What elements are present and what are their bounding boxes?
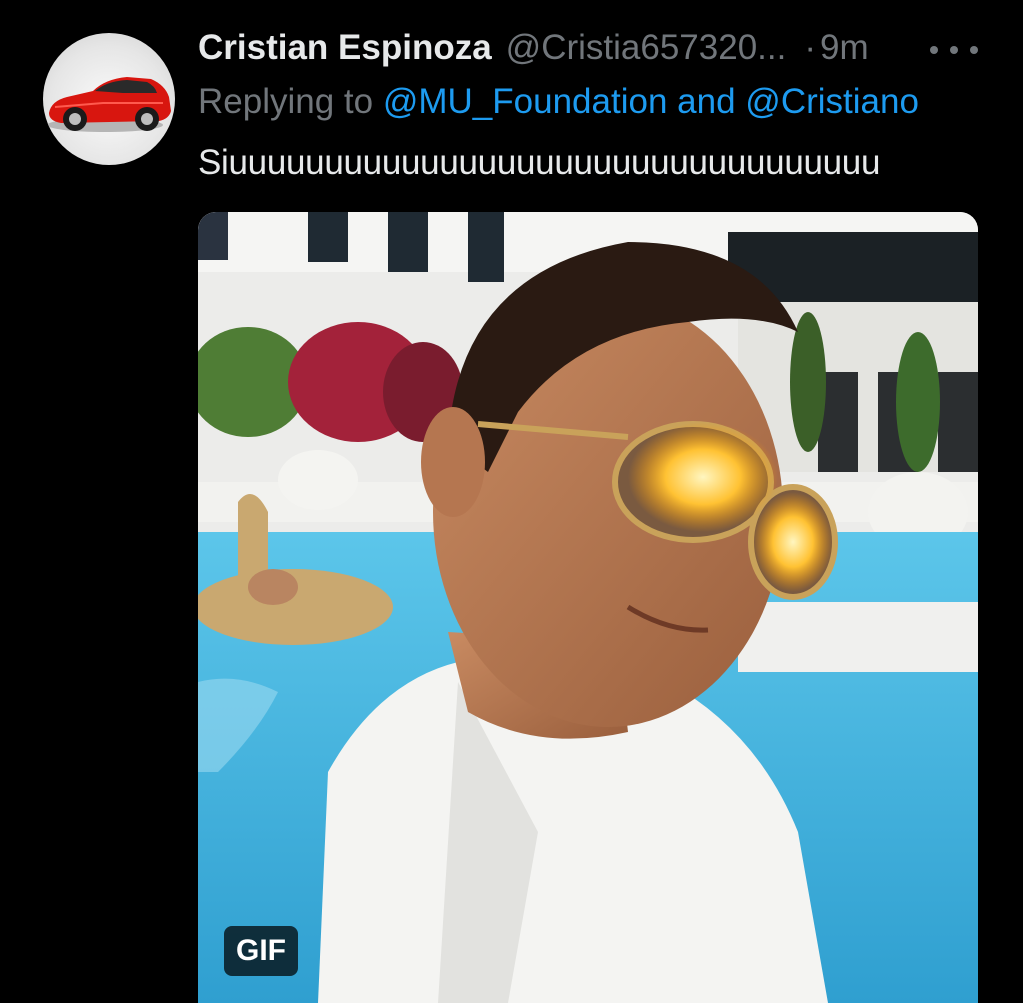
replying-to-line: Replying to @MU_Foundation and @Cristian… bbox=[198, 82, 919, 122]
red-car-avatar-image bbox=[47, 77, 171, 132]
avatar[interactable] bbox=[43, 33, 175, 165]
mention-cristiano[interactable]: @Cristiano bbox=[745, 82, 919, 121]
separator-dot: · bbox=[804, 28, 816, 67]
tweet-text: Siuuuuuuuuuuuuuuuuuuuuuuuuuuuuuuuuuu bbox=[198, 143, 881, 182]
more-options-icon[interactable] bbox=[930, 38, 978, 62]
replying-prefix: Replying to bbox=[198, 82, 374, 121]
timestamp[interactable]: 9m bbox=[820, 28, 869, 68]
more-dot bbox=[930, 46, 938, 54]
more-dot bbox=[950, 46, 958, 54]
user-handle[interactable]: @Cristia657320... bbox=[506, 28, 787, 68]
display-name[interactable]: Cristian Espinoza bbox=[198, 28, 492, 68]
mention-mu-foundation[interactable]: @MU_Foundation bbox=[383, 82, 668, 121]
tweet-header: Cristian Espinoza @Cristia657320... · 9m bbox=[198, 28, 869, 74]
replying-and: and bbox=[677, 82, 736, 121]
tweet[interactable]: Cristian Espinoza @Cristia657320... · 9m… bbox=[0, 0, 1023, 1003]
gif-media[interactable] bbox=[198, 212, 978, 1003]
more-dot bbox=[970, 46, 978, 54]
gif-frame-image bbox=[198, 212, 978, 1003]
gif-badge: GIF bbox=[224, 926, 298, 976]
